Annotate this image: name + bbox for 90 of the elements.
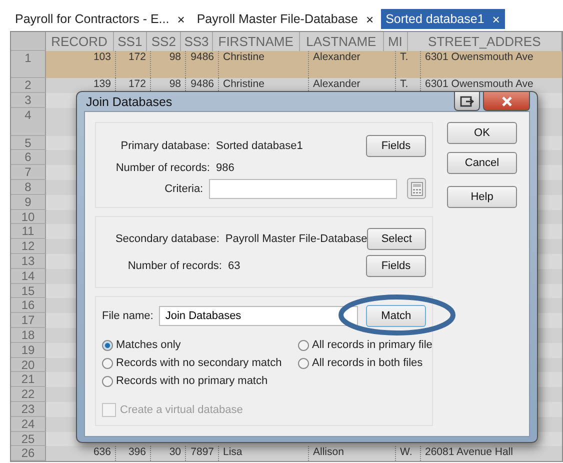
row-number: 7 (11, 165, 46, 180)
column-header[interactable]: MI (384, 32, 408, 51)
row-number: 12 (11, 239, 46, 254)
column-header[interactable]: RECORD (46, 32, 114, 51)
table-row[interactable]: 1 103 172 98 9486 Christine Alexander T. 6301 Owensmouth Ave (11, 51, 562, 78)
dialog-button[interactable]: Cancel (447, 152, 517, 174)
criteria-field[interactable] (209, 178, 398, 198)
column-header[interactable]: LASTNAME (300, 32, 384, 51)
column-header[interactable]: FIRSTNAME (212, 32, 300, 51)
row-number: 1 (11, 51, 46, 78)
select-button[interactable]: Select (367, 228, 426, 250)
row-number: 8 (11, 180, 46, 195)
dialog-title: Join Databases (85, 94, 172, 108)
radio-button[interactable] (102, 358, 113, 368)
radio-option[interactable]: Matches only (102, 339, 298, 351)
fields-button[interactable]: Fields (366, 135, 426, 157)
database-name: Sorted database1 (216, 140, 304, 152)
row-number: 3 (11, 92, 46, 108)
record-count: 63 (228, 260, 242, 272)
close-icon (500, 96, 512, 106)
radio-button[interactable] (102, 376, 113, 386)
document-tab[interactable]: Payroll for Contractors - E... × (10, 9, 190, 29)
fields-button[interactable]: Fields (366, 254, 426, 276)
row-number: 14 (11, 268, 46, 284)
row-number: 25 (11, 432, 46, 446)
row-number: 2 (11, 78, 46, 93)
radio-button[interactable] (298, 340, 309, 350)
row-number: 23 (11, 402, 46, 417)
radio-button[interactable] (298, 358, 309, 368)
radio-option[interactable]: Records with no secondary match (102, 357, 298, 369)
table-row[interactable]: 26 636 396 30 7897 Lisa Allison W. 26081 Avenue Hall (11, 446, 562, 462)
option-label: Matches only (116, 339, 181, 351)
table-cell: Lisa (219, 446, 309, 462)
close-icon[interactable]: × (366, 12, 374, 26)
row-number: 19 (11, 342, 46, 358)
row-number: 5 (11, 136, 46, 150)
row-number: 20 (11, 358, 46, 372)
row-number: 11 (11, 224, 46, 240)
file-name-field[interactable]: Join Databases (159, 306, 358, 326)
column-header[interactable]: SS2 (147, 32, 182, 51)
table-cell: W. (396, 446, 421, 462)
dialog-button[interactable]: OK (447, 122, 517, 144)
radio-button[interactable] (102, 340, 113, 350)
row-number: 21 (11, 372, 46, 388)
table-cell: 26081 Avenue Hall (421, 446, 562, 462)
table-cell: 636 (46, 446, 116, 462)
corner-cell (11, 32, 46, 51)
radio-option[interactable]: All records in both files (298, 357, 432, 369)
calculator-button[interactable] (407, 178, 426, 199)
field-label: Number of records: (126, 260, 223, 272)
dialog-button[interactable]: Help (447, 186, 517, 208)
column-header[interactable]: SS1 (114, 32, 148, 51)
row-number: 24 (11, 416, 46, 432)
match-button[interactable]: Match (366, 305, 426, 327)
row-number: 17 (11, 313, 46, 328)
row-number: 9 (11, 194, 46, 210)
row-number: 18 (11, 328, 46, 343)
record-count: 986 (216, 162, 236, 174)
option-label: Records with no secondary match (116, 357, 282, 369)
row-number: 10 (11, 210, 46, 224)
option-label: Records with no primary match (116, 375, 268, 387)
row-number: 22 (11, 387, 46, 402)
row-number: 4 (11, 108, 46, 136)
field-label: Number of records: (114, 162, 211, 174)
field-label: Primary database: (120, 140, 211, 152)
row-number: 16 (11, 298, 46, 314)
table-cell: 30 (151, 446, 186, 462)
restore-icon (460, 96, 474, 106)
document-tab[interactable]: Sorted database1 × (380, 9, 505, 29)
option-label: All records in both files (312, 357, 423, 369)
column-header[interactable]: STREET_ADDRES (408, 32, 562, 51)
table-cell: Allison (309, 446, 396, 462)
document-tab[interactable]: Payroll Master File-Database × (192, 9, 379, 29)
close-button[interactable] (483, 92, 530, 111)
checkbox-label: Create a virtual database (120, 404, 243, 416)
row-number: 13 (11, 254, 46, 269)
row-number: 15 (11, 284, 46, 298)
table-cell: 7897 (186, 446, 219, 462)
close-icon[interactable]: × (492, 12, 500, 26)
row-number: 6 (11, 150, 46, 166)
database-name: Payroll Master File-Database (225, 232, 368, 244)
radio-option[interactable]: Records with no primary match (102, 375, 298, 387)
row-number: 26 (11, 446, 46, 462)
field-label: Secondary database: (114, 232, 220, 244)
table-cell: 396 (116, 446, 151, 462)
column-header[interactable]: SS3 (181, 32, 213, 51)
restore-button[interactable] (454, 92, 480, 111)
field-label: File name: (102, 310, 154, 322)
field-label: Criteria: (164, 182, 204, 194)
close-icon[interactable]: × (177, 12, 185, 26)
